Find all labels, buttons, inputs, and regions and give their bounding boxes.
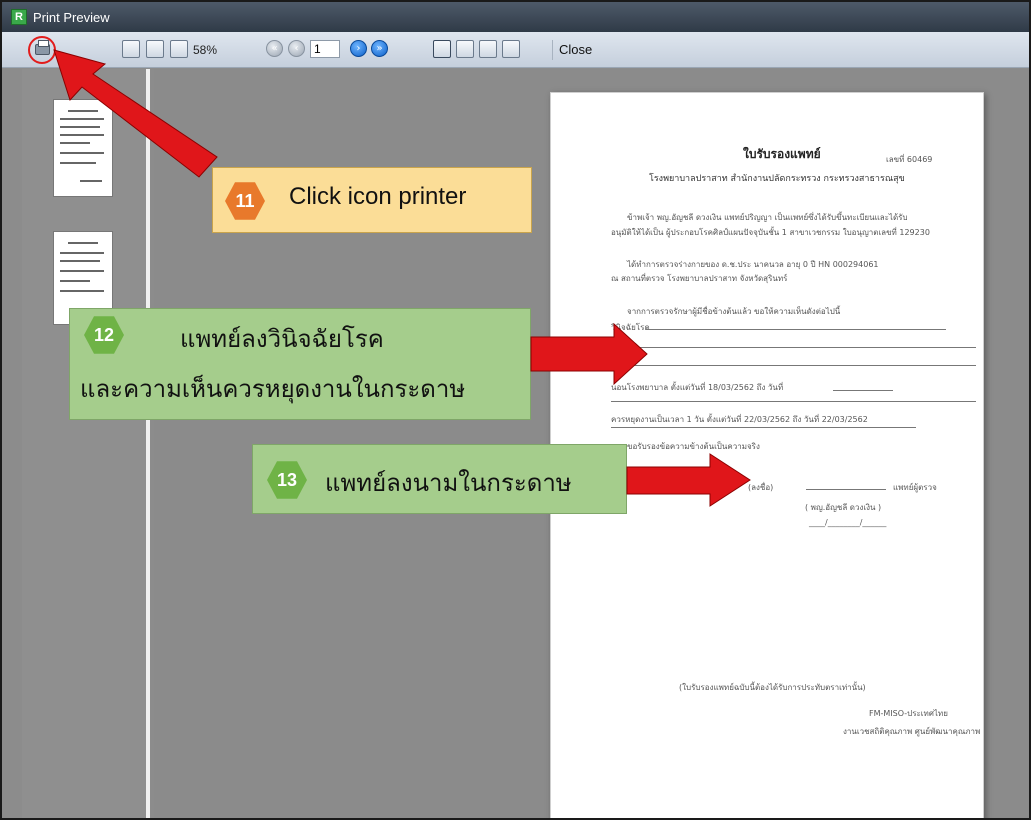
diagnosis-label: วินิจฉัยโรค: [611, 323, 650, 332]
step-13-badge: 13: [267, 461, 307, 499]
step-11-callout: 11 Click icon printer: [212, 167, 532, 233]
step-11-text: Click icon printer: [289, 183, 467, 210]
footer-department: งานเวชสถิติคุณภาพ ศูนย์พัฒนาคุณภาพ: [843, 727, 981, 736]
admission-line: นอนโรงพยาบาล ตั้งแต่วันที่ 18/03/2562 ถึ…: [611, 383, 784, 392]
step-12-callout: 12 แพทย์ลงวินิจฉัยโรค และความเห็นควรหยุด…: [69, 308, 531, 420]
last-page-icon[interactable]: »: [371, 40, 388, 57]
step-12-text-line2: และความเห็นควรหยุดงานในกระดาษ: [80, 375, 466, 403]
two-page-view-icon[interactable]: [456, 40, 474, 58]
page-height-icon[interactable]: [170, 40, 188, 58]
document-title: ใบรับรองแพทย์: [743, 147, 821, 161]
toolbar: 58% « ‹ 1 › » Close: [2, 32, 1029, 68]
license-paragraph: อนุมัติให้ได้เป็น ผู้ประกอบโรคศิลป์แผนปั…: [611, 228, 930, 237]
document-number: เลขที่ 60469: [886, 155, 933, 164]
four-page-view-icon[interactable]: [479, 40, 497, 58]
first-page-icon[interactable]: «: [266, 40, 283, 57]
footer-code: FM-MISO-ประเทศไทย: [869, 709, 948, 718]
one-page-view-icon[interactable]: [433, 40, 451, 58]
page-width-icon[interactable]: [146, 40, 164, 58]
rest-line: ควรหยุดงานเป็นเวลา 1 วัน ตั้งแต่วันที่ 2…: [611, 415, 868, 424]
multi-page-view-icon[interactable]: [502, 40, 520, 58]
window-title: Print Preview: [33, 9, 110, 25]
step-12-badge: 12: [84, 316, 124, 354]
zoom-level[interactable]: 58%: [193, 40, 217, 60]
footer-note: (ใบรับรองแพทย์ฉบับนี้ต้องได้รับการประทับ…: [679, 683, 866, 692]
page-thumbnail[interactable]: [53, 99, 113, 197]
print-button[interactable]: [28, 36, 56, 64]
patient-paragraph: ได้ทำการตรวจร่างกายของ ด.ช.ประ นาคนวล อา…: [627, 260, 879, 269]
title-bar: R Print Preview: [2, 2, 1029, 32]
step-13-text: แพทย์ลงนามในกระดาษ: [325, 469, 572, 497]
print-preview-window: R Print Preview 58% « ‹ 1 › » Close ใบรั…: [0, 0, 1031, 820]
signature-date: ____/________/______: [809, 518, 887, 527]
single-page-icon[interactable]: [122, 40, 140, 58]
app-icon: R: [11, 9, 27, 25]
step-12-text-line1: แพทย์ลงวินิจฉัยโรค: [180, 325, 384, 353]
prev-page-icon[interactable]: ‹: [288, 40, 305, 57]
printer-icon: [35, 40, 50, 55]
opinion-paragraph: จากการตรวจรักษาผู้มีชื่อข้างต้นแล้ว ขอให…: [627, 307, 841, 316]
signer-name: ( พญ.อัญชลี ดวงเงิน ): [805, 503, 882, 512]
page-number-input[interactable]: 1: [310, 40, 340, 58]
doctor-paragraph: ข้าพเจ้า พญ.อัญชลี ดวงเงิน แพทย์ปริญญา เ…: [627, 213, 908, 222]
signature-label: (ลงชื่อ): [748, 483, 774, 492]
step-11-badge: 11: [225, 182, 265, 220]
close-button[interactable]: Close: [552, 40, 598, 60]
certify-line: ขอรับรองข้อความข้างต้นเป็นความจริง: [627, 442, 760, 451]
thumbnail-pane[interactable]: [22, 69, 150, 818]
hospital-name: โรงพยาบาลปราสาท สำนักงานปลัดกระทรวง กระท…: [649, 174, 905, 184]
next-page-icon[interactable]: ›: [350, 40, 367, 57]
step-13-callout: 13 แพทย์ลงนามในกระดาษ: [252, 444, 627, 514]
location-paragraph: ณ สถานที่ตรวจ โรงพยาบาลปราสาท จังหวัดสุร…: [611, 274, 788, 283]
examiner-label: แพทย์ผู้ตรวจ: [893, 483, 937, 492]
